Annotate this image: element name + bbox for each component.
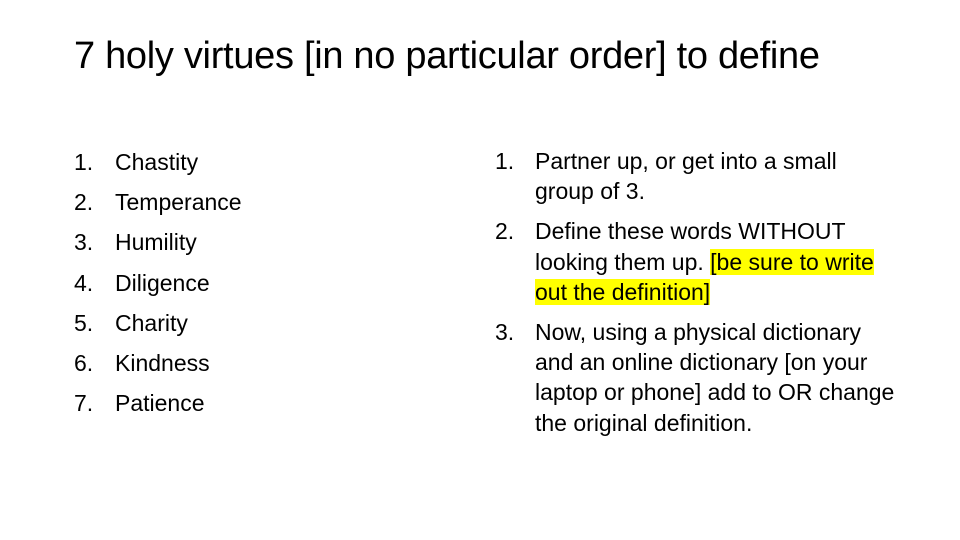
item-number: 2. [74,189,94,216]
item-number: 1. [74,149,94,175]
item-number: 4. [74,269,94,296]
item-number: 6. [74,349,94,376]
item-number: 3. [495,319,515,346]
list-item: 3. Humility [74,226,454,266]
item-number: 3. [74,229,94,256]
virtue-label: Diligence [115,269,210,296]
list-item: 2. Temperance [74,186,454,226]
list-item: 1. Chastity [74,146,454,186]
item-number: 2. [495,218,515,245]
instruction-text: Partner up, or get into a small group of… [535,148,837,205]
item-number: 7. [74,390,94,417]
virtue-label: Temperance [115,189,242,216]
list-item: 7. Patience [74,387,454,427]
virtue-label: Chastity [115,149,199,175]
virtue-label: Kindness [115,349,210,376]
slide-title: 7 holy virtues [in no particular order] … [74,35,820,77]
instruction-text: Now, using a physical dictionary and an … [535,319,895,436]
item-number: 1. [495,148,515,174]
list-item: 4. Diligence [74,267,454,307]
instruction-text-wrap: Define these words WITHOUT looking them … [535,216,895,307]
virtues-list: 1. Chastity 2. Temperance 3. Humility 4. Dil… [74,146,454,427]
instructions-list: 1. Partner up, or get into a small group… [495,146,895,448]
instruction-item: 3. Now, using a physical dictionary and … [495,317,895,438]
virtue-label: Humility [115,229,197,256]
list-item: 6. Kindness [74,347,454,387]
virtue-label: Charity [115,309,188,336]
list-item: 5. Charity [74,307,454,347]
virtue-label: Patience [115,390,205,417]
item-number: 5. [74,309,94,336]
instruction-item: 2. Define these words WITHOUT looking th… [495,216,895,307]
instruction-item: 1. Partner up, or get into a small group… [495,146,895,206]
